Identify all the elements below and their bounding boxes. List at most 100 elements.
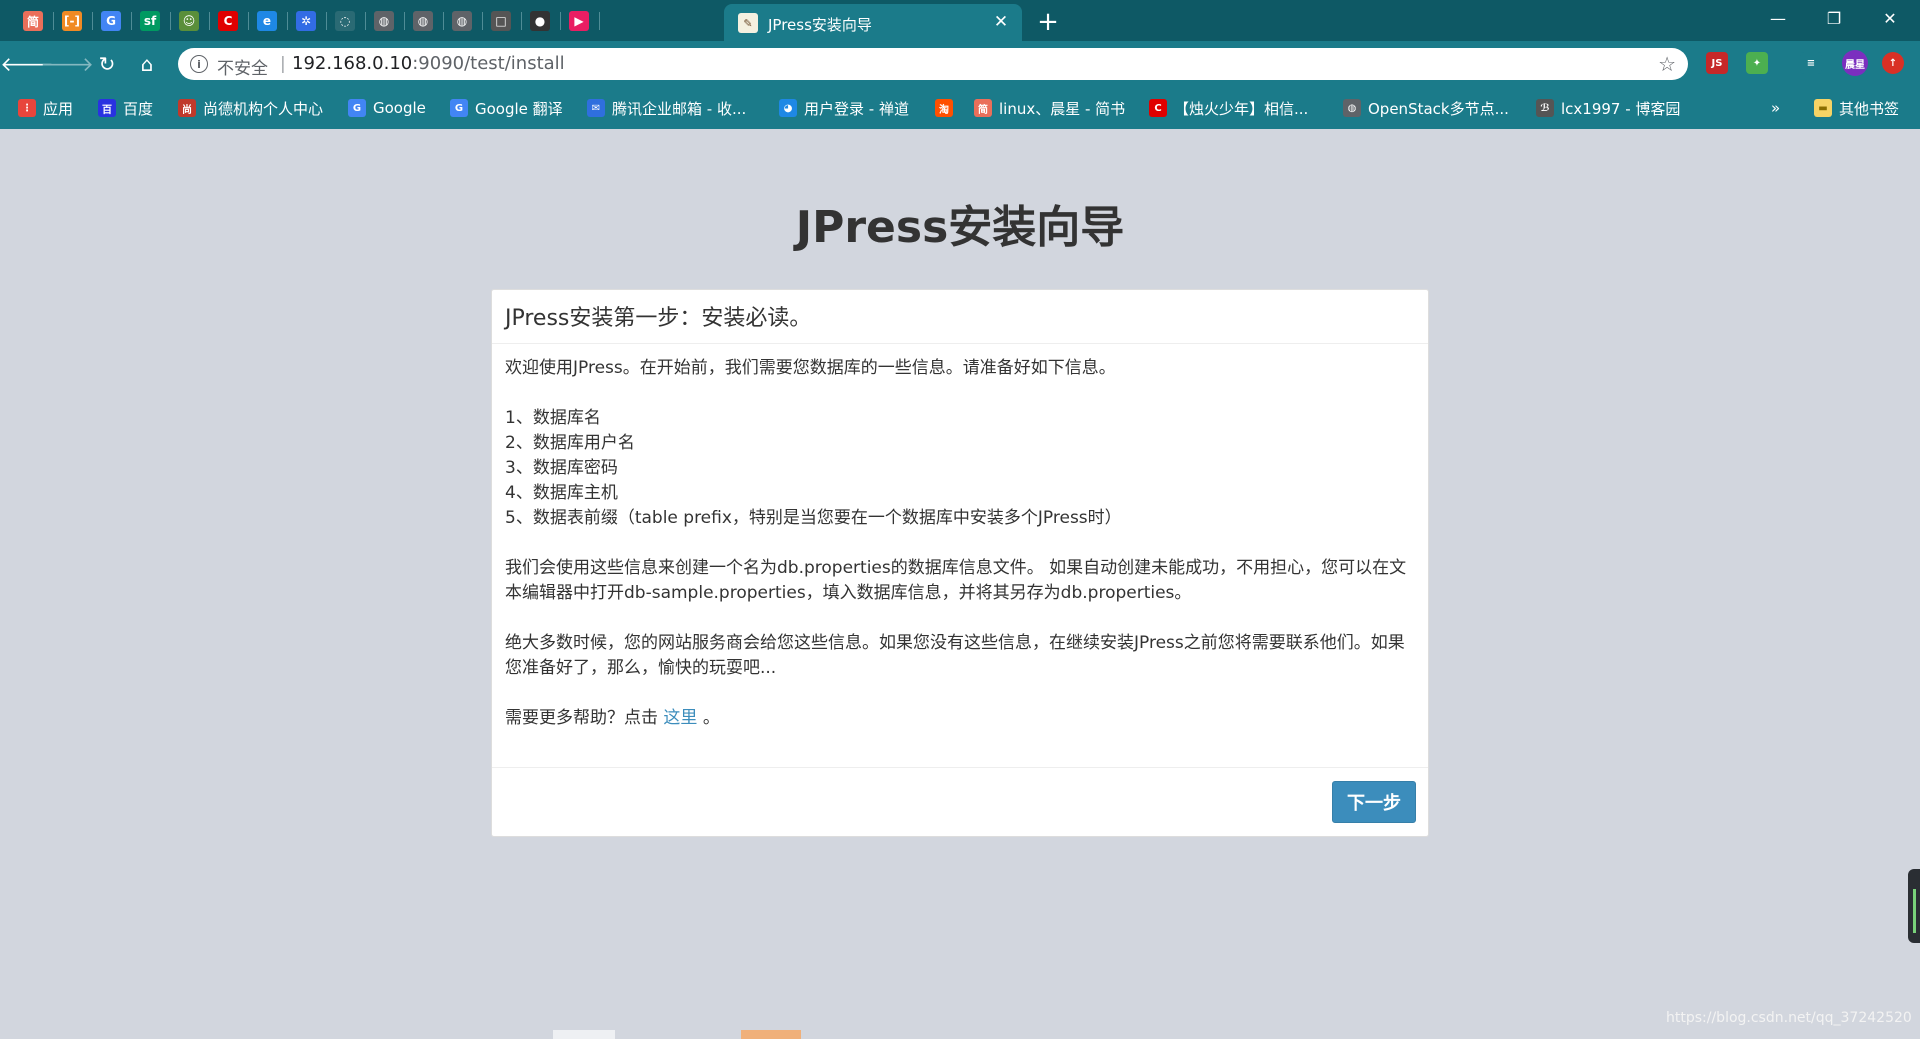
back-button[interactable]: 🡐: [0, 48, 54, 80]
folder-icon: ▬: [1814, 99, 1832, 117]
bookmark-item[interactable]: 百百度: [98, 96, 153, 120]
forward-button[interactable]: 🡒: [40, 48, 94, 80]
other-bookmarks-folder[interactable]: ▬ 其他书签: [1814, 96, 1899, 120]
pinned-tab[interactable]: G: [94, 6, 128, 36]
help-prefix: 需要更多帮助？点击: [505, 708, 658, 728]
bookmark-star-icon[interactable]: ☆: [1658, 52, 1676, 76]
reading-list-icon[interactable]: ≡: [1800, 52, 1822, 74]
info-icon[interactable]: i: [190, 55, 208, 73]
bookmark-item[interactable]: ✉ 腾讯企业邮箱 - 收...: [587, 96, 746, 120]
pinned-tab[interactable]: 简: [16, 6, 50, 36]
requirement-item-5: 5、数据表前缀（table prefix，特别是当您要在一个数据库中安装多个JP…: [505, 508, 1122, 528]
pinned-tab[interactable]: ✲: [289, 6, 323, 36]
panel-heading: JPress安装第一步：安装必读。: [492, 290, 1428, 344]
active-tab-title: JPress安装向导: [768, 16, 872, 34]
watermark-text: https://blog.csdn.net/qq_37242520: [1666, 1010, 1912, 1026]
bookmarks-overflow-button[interactable]: »: [1771, 96, 1780, 120]
puzzle-extension-icon[interactable]: ✦: [1746, 52, 1768, 74]
bookmark-label: 腾讯企业邮箱 - 收...: [612, 99, 747, 118]
profile-avatar-icon[interactable]: 晨星: [1842, 50, 1868, 76]
taskbar-peek-orange: [741, 1030, 801, 1039]
bookmark-label: Google 翻译: [475, 99, 563, 118]
tab-separator: [209, 12, 210, 30]
bookmark-item[interactable]: ◍ OpenStack多节点...: [1343, 96, 1509, 120]
bookmark-item[interactable]: ◕ 用户登录 - 禅道: [779, 96, 909, 120]
tab-separator: [326, 12, 327, 30]
bookmark-item[interactable]: 尚尚德机构个人中心: [178, 96, 323, 120]
bookmark-item[interactable]: ℬlcx1997 - 博客园: [1536, 96, 1680, 120]
bookmark-item[interactable]: 简 linux、晨星 - 简书: [974, 96, 1125, 120]
pinned-tab[interactable]: ◍: [445, 6, 479, 36]
bookmark-label: 尚德机构个人中心: [203, 99, 324, 118]
csdn-icon: C: [1149, 99, 1167, 117]
intro-text: 欢迎使用JPress。在开始前，我们需要您数据库的一些信息。请准备好如下信息。: [505, 358, 1116, 378]
pinned-tab[interactable]: ◌: [328, 6, 362, 36]
url-path: :9090/test/install: [412, 53, 565, 74]
google-icon: G: [348, 99, 366, 117]
bookmark-label: 【烛火少年】相信...: [1174, 99, 1309, 118]
pinned-tab[interactable]: □: [484, 6, 518, 36]
pinned-tab[interactable]: e: [250, 6, 284, 36]
requirement-item-3: 3、数据库密码: [505, 458, 618, 478]
bookmark-item[interactable]: C 【烛火少年】相信...: [1149, 96, 1308, 120]
kubernetes-icon: ✲: [296, 11, 316, 31]
book-icon: □: [491, 11, 511, 31]
csdn-icon: C: [218, 11, 238, 31]
bookmark-item[interactable]: G Google 翻译: [450, 96, 563, 120]
cnblogs-icon: ℬ: [1536, 99, 1554, 117]
pinned-tab[interactable]: [-]: [55, 6, 89, 36]
avatar-icon: ☺: [179, 11, 199, 31]
edge-icon: e: [257, 11, 277, 31]
address-bar[interactable]: i 不安全 | 192.168.0.10:9090/test/install ☆: [178, 48, 1688, 80]
url-text[interactable]: 192.168.0.10:9090/test/install: [292, 53, 565, 74]
pinned-tab[interactable]: ☺: [172, 6, 206, 36]
update-icon[interactable]: ↑: [1882, 52, 1904, 74]
pinned-tab[interactable]: sf: [133, 6, 167, 36]
bookmark-label: lcx1997 - 博客园: [1561, 99, 1681, 118]
minimize-button[interactable]: —: [1750, 0, 1806, 36]
help-suffix: 。: [702, 708, 720, 728]
bookmark-item[interactable]: G Google: [348, 96, 426, 120]
url-host: 192.168.0.10: [292, 53, 413, 74]
bookmark-label: Google: [373, 99, 426, 117]
new-tab-button[interactable]: +: [1033, 7, 1063, 37]
jianshu-icon: 简: [23, 11, 43, 31]
help-link[interactable]: 这里: [663, 708, 697, 728]
requirement-item-2: 2、数据库用户名: [505, 433, 635, 453]
pinned-tab[interactable]: ◍: [367, 6, 401, 36]
active-tab[interactable]: ✎ JPress安装向导 ✕: [724, 4, 1022, 41]
next-step-button[interactable]: 下一步: [1332, 781, 1416, 823]
tab-separator: [560, 12, 561, 30]
jpress-favicon-icon: ✎: [738, 13, 758, 33]
globe-icon: ◍: [452, 11, 472, 31]
tab-separator: [53, 12, 54, 30]
pinned-tab[interactable]: C: [211, 6, 245, 36]
restore-button[interactable]: ❐: [1806, 0, 1862, 36]
faded-icon: ◌: [335, 11, 355, 31]
home-button[interactable]: ⌂: [131, 48, 163, 80]
side-volume-widget[interactable]: [1908, 869, 1920, 943]
tab-separator: [443, 12, 444, 30]
close-tab-icon[interactable]: ✕: [990, 11, 1012, 33]
bookmark-item[interactable]: 淘: [935, 96, 953, 120]
tab-separator: [170, 12, 171, 30]
tab-separator: [521, 12, 522, 30]
security-label[interactable]: 不安全: [217, 54, 268, 79]
bookmark-label: 百度: [123, 99, 154, 118]
host-info-text: 绝大多数时候，您的网站服务商会给您这些信息。如果您没有这些信息，在继续安装JPr…: [505, 633, 1405, 678]
tab-strip: ✎ JPress安装向导 ✕ + — ❐ ✕ 简 [-] Gsf ☺ Ce ✲ ◌ ◍ ◍ ◍ □ ●…: [0, 0, 1920, 41]
close-window-button[interactable]: ✕: [1862, 0, 1918, 36]
pinned-tab[interactable]: ▶: [562, 6, 596, 36]
other-bookmarks-label: 其他书签: [1839, 99, 1900, 118]
tab-separator: [599, 12, 600, 30]
globe-icon: ◍: [1343, 99, 1361, 117]
panel-body: 欢迎使用JPress。在开始前，我们需要您数据库的一些信息。请准备好如下信息。 …: [492, 344, 1428, 743]
pinned-tab[interactable]: ◍: [406, 6, 440, 36]
panel-footer: 下一步: [492, 767, 1428, 836]
pinned-tab[interactable]: ●: [523, 6, 557, 36]
requirement-item-1: 1、数据库名: [505, 408, 601, 428]
js-extension-icon[interactable]: JS: [1706, 52, 1728, 74]
reload-button[interactable]: ↻: [91, 48, 123, 80]
bookmark-item[interactable]: ⋮ 应用: [18, 96, 73, 120]
tab-separator: [482, 12, 483, 30]
